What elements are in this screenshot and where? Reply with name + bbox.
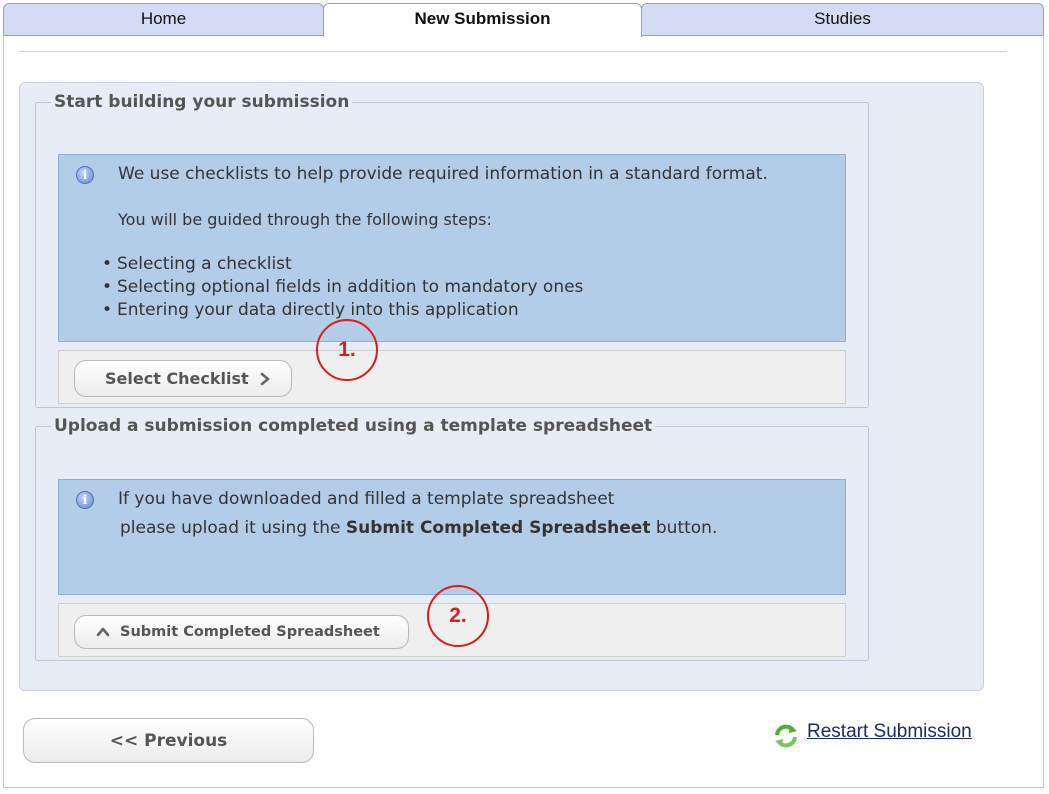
info-icon: i — [76, 491, 94, 509]
checklist-info-text: We use checklists to help provide requir… — [118, 164, 768, 184]
upload-info-line2: please upload it using the Submit Comple… — [120, 518, 717, 538]
info-icon: i — [76, 166, 94, 184]
previous-button-label: << Previous — [109, 731, 228, 751]
checklist-action-bar: Select Checklist — [58, 350, 846, 404]
list-item: • Selecting a checklist — [102, 254, 292, 274]
upload-section-legend: Upload a submission completed using a te… — [54, 416, 653, 436]
chevron-right-icon — [260, 372, 270, 386]
tab-home[interactable]: Home — [3, 3, 324, 35]
previous-button[interactable]: << Previous — [23, 718, 314, 763]
upload-info-line2-suffix: button. — [650, 518, 718, 538]
step-label: Selecting a checklist — [117, 254, 292, 274]
select-checklist-label: Select Checklist — [105, 369, 249, 388]
top-divider — [19, 51, 1007, 52]
tab-home-label: Home — [140, 9, 187, 28]
checklist-guide-text: You will be guided through the following… — [118, 210, 492, 229]
step-label: Entering your data directly into this ap… — [117, 300, 519, 320]
select-checklist-button[interactable]: Select Checklist — [74, 360, 292, 397]
refresh-icon — [775, 724, 797, 748]
tab-new-submission-label: New Submission — [414, 9, 551, 28]
annotation-badge-2: 2. — [427, 585, 489, 647]
frame-border-bottom — [3, 787, 1044, 788]
tab-new-submission[interactable]: New Submission — [323, 3, 642, 37]
upload-info-line2-bold: Submit Completed Spreadsheet — [345, 518, 651, 538]
upload-info-line1: If you have downloaded and filled a temp… — [118, 489, 615, 509]
tab-studies-label: Studies — [814, 9, 871, 28]
chevron-up-icon — [96, 627, 110, 637]
restart-submission-link[interactable]: Restart Submission — [807, 721, 972, 743]
checklist-section-legend: Start building your submission — [54, 92, 350, 112]
list-item: • Selecting optional fields in addition t… — [102, 277, 584, 297]
tab-studies[interactable]: Studies — [641, 3, 1044, 35]
step-label: Selecting optional fields in addition to… — [117, 277, 584, 297]
checklist-steps-list: • Selecting a checklist • Selecting option… — [102, 253, 583, 322]
frame-border-left — [3, 35, 4, 787]
submit-spreadsheet-button[interactable]: Submit Completed Spreadsheet — [74, 615, 409, 649]
annotation-badge-1: 1. — [316, 319, 378, 381]
upload-info-box: i If you have downloaded and filled a te… — [58, 479, 846, 595]
checklist-info-box: i We use checklists to help provide requ… — [58, 154, 846, 342]
frame-border-right — [1043, 35, 1044, 787]
checklist-section: Start building your submission i We use … — [35, 92, 869, 408]
submit-spreadsheet-label: Submit Completed Spreadsheet — [120, 624, 380, 640]
upload-info-line2-prefix: please upload it using the — [120, 518, 346, 538]
